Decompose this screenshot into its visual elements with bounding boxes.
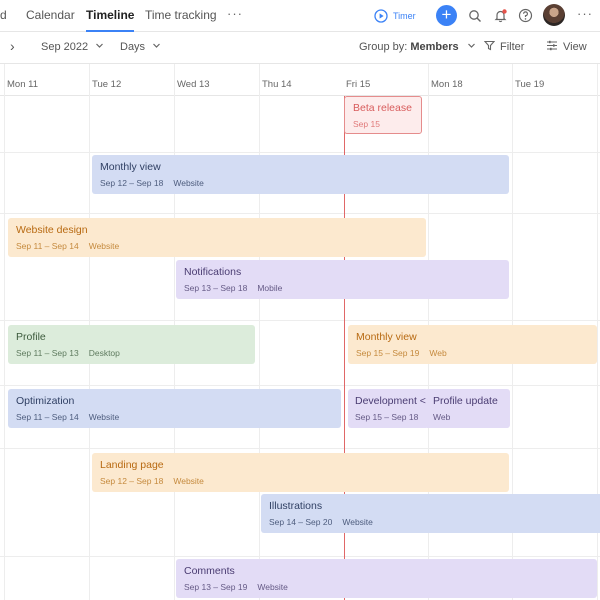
next-period-button[interactable]: › — [10, 32, 15, 64]
day-label: Mon 11 — [7, 79, 38, 90]
task-dates: Sep 11 – Sep 14 — [16, 241, 79, 251]
tabs-more-button[interactable]: ··· — [227, 0, 243, 32]
view-label: View — [563, 41, 587, 53]
task-bar-profile[interactable]: Profile Sep 11 – Sep 13 Desktop — [8, 325, 255, 364]
tab-time-tracking[interactable]: Time tracking — [145, 0, 217, 32]
day-header: Mon 11 Tue 12 Wed 13 Thu 14 Fri 15 Mon 1… — [0, 64, 600, 96]
group-by-prefix: Group by: — [359, 41, 408, 53]
timer-label: Timer — [393, 11, 416, 21]
task-tag: Website — [342, 517, 373, 527]
top-nav: d Calendar Timeline Time tracking ··· Ti… — [0, 0, 600, 32]
search-icon[interactable] — [468, 9, 482, 23]
task-bar-notifications[interactable]: Notifications Sep 13 – Sep 18 Mobile — [176, 260, 509, 299]
chevron-down-icon — [96, 43, 104, 48]
row-divider — [0, 320, 600, 321]
task-title: Profile update — [433, 395, 498, 407]
tab-calendar[interactable]: Calendar — [26, 0, 75, 32]
task-bar-development[interactable]: Development < Sep 15 – Sep 18 — [348, 389, 429, 428]
day-label: Mon 18 — [431, 79, 463, 90]
bell-icon[interactable] — [493, 8, 508, 23]
filter-icon — [483, 40, 496, 51]
task-tag: Website — [257, 582, 288, 592]
task-tag: Website — [173, 476, 204, 486]
help-icon[interactable] — [518, 8, 533, 23]
task-dates: Sep 11 – Sep 14 — [16, 412, 79, 422]
task-title: Monthly view — [100, 161, 161, 173]
task-dates: Sep 15 – Sep 19 — [356, 348, 420, 358]
task-dates: Sep 14 – Sep 20 — [269, 517, 333, 527]
group-by-selector[interactable]: Group by: Members — [359, 32, 476, 64]
task-title: Illustrations — [269, 500, 323, 512]
task-bar-beta-release[interactable]: Beta release Sep 15 — [344, 96, 422, 134]
task-bar-monthly-view[interactable]: Monthly view Sep 12 – Sep 18 Website — [92, 155, 509, 194]
tab-truncated[interactable]: d — [0, 0, 7, 32]
task-dates: Sep 15 – Sep 18 — [355, 412, 419, 422]
chevron-down-icon — [153, 43, 161, 48]
task-bar-optimization[interactable]: Optimization Sep 11 – Sep 14 Website — [8, 389, 341, 428]
task-title: Comments — [184, 565, 235, 577]
group-by-value: Members — [410, 41, 459, 53]
sliders-icon — [547, 40, 557, 51]
task-dates: Sep 13 – Sep 18 — [184, 283, 248, 293]
task-title: Profile — [16, 331, 46, 343]
day-divider — [4, 64, 5, 600]
task-title: Notifications — [184, 266, 242, 278]
task-bar-profile-update[interactable]: Profile update Web — [427, 389, 510, 428]
task-dates: Sep 12 – Sep 18 — [100, 178, 164, 188]
row-divider — [0, 556, 600, 557]
day-label: Wed 13 — [177, 79, 210, 90]
task-bar-website-design[interactable]: Website design Sep 11 – Sep 14 Website — [8, 218, 426, 257]
task-dates: Sep 15 — [353, 119, 380, 129]
day-label: Tue 19 — [515, 79, 545, 90]
scale-selector[interactable]: Days — [120, 32, 161, 64]
chevron-down-icon — [467, 43, 475, 48]
task-tag: Mobile — [257, 283, 283, 293]
task-bar-monthly-view-web[interactable]: Monthly view Sep 15 – Sep 19 Web — [348, 325, 597, 364]
scale-label: Days — [120, 41, 146, 53]
row-divider — [0, 152, 600, 153]
task-tag: Web — [433, 412, 451, 422]
task-bar-comments[interactable]: Comments Sep 13 – Sep 19 Website — [176, 559, 597, 598]
app-more-button[interactable]: ··· — [577, 0, 593, 32]
add-button[interactable]: + — [436, 5, 457, 26]
task-tag: Website — [88, 241, 120, 251]
task-tag: Web — [429, 348, 447, 358]
day-divider — [259, 64, 260, 600]
tab-timeline[interactable]: Timeline — [86, 0, 135, 32]
day-label: Tue 12 — [92, 79, 122, 90]
task-title: Optimization — [16, 395, 75, 407]
timeline-toolbar: › Sep 2022 Days Group by: Members Filter… — [0, 32, 600, 64]
view-button[interactable]: View — [546, 32, 587, 64]
month-selector[interactable]: Sep 2022 — [41, 32, 104, 64]
play-circle-icon — [374, 9, 388, 23]
task-title: Website design — [16, 224, 88, 236]
task-tag: Website — [88, 412, 120, 422]
day-label: Fri 15 — [346, 79, 371, 90]
task-tag: Website — [173, 178, 204, 188]
filter-label: Filter — [500, 41, 525, 53]
timer-button[interactable]: Timer — [374, 7, 416, 25]
task-title: Beta release — [353, 102, 412, 114]
task-dates: Sep 13 – Sep 19 — [184, 582, 248, 592]
row-divider — [0, 213, 600, 214]
row-divider — [0, 448, 600, 449]
task-tag: Desktop — [88, 348, 120, 358]
task-dates: Sep 12 – Sep 18 — [100, 476, 164, 486]
task-title: Development < — [355, 395, 426, 407]
task-title: Monthly view — [356, 331, 417, 343]
task-title: Landing page — [100, 459, 164, 471]
user-avatar[interactable] — [543, 4, 565, 26]
month-label: Sep 2022 — [41, 41, 89, 53]
task-bar-illustrations[interactable]: Illustrations Sep 14 – Sep 20 Website — [261, 494, 600, 533]
task-bar-landing-page[interactable]: Landing page Sep 12 – Sep 18 Website — [92, 453, 509, 492]
day-label: Thu 14 — [262, 79, 292, 90]
filter-button[interactable]: Filter — [483, 32, 525, 64]
row-divider — [0, 385, 600, 386]
task-dates: Sep 11 – Sep 13 — [16, 348, 79, 358]
